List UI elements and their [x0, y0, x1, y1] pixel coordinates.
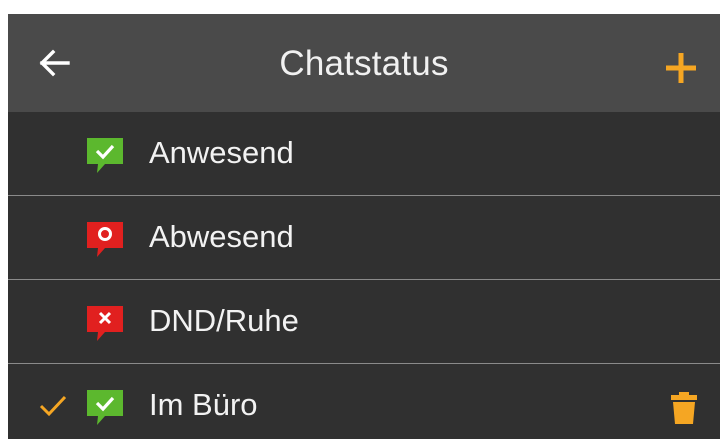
status-item-abwesend[interactable]: Abwesend — [8, 196, 720, 280]
status-item-anwesend[interactable]: Anwesend — [8, 112, 720, 196]
status-label: Im Büro — [149, 387, 258, 422]
checkmark-icon — [39, 395, 67, 417]
status-label: DND/Ruhe — [149, 303, 299, 338]
chat-status-screen: Chatstatus Anwesend Abwesend DND/Ruhe Im… — [8, 14, 720, 439]
page-title: Chatstatus — [279, 44, 449, 83]
away-chat-icon — [87, 222, 123, 257]
status-item-im-buero[interactable]: Im Büro — [8, 364, 720, 439]
status-label: Anwesend — [149, 135, 294, 170]
top-app-bar: Chatstatus — [8, 14, 720, 112]
trash-icon[interactable] — [670, 391, 698, 425]
add-status-button[interactable] — [663, 50, 699, 86]
status-label: Abwesend — [149, 219, 294, 254]
status-list: Anwesend Abwesend DND/Ruhe Im Büro — [8, 112, 720, 439]
status-item-dnd[interactable]: DND/Ruhe — [8, 280, 720, 364]
dnd-chat-icon — [87, 306, 123, 341]
available-chat-icon — [87, 138, 123, 173]
plus-icon — [666, 53, 696, 83]
available-chat-icon — [87, 390, 123, 425]
